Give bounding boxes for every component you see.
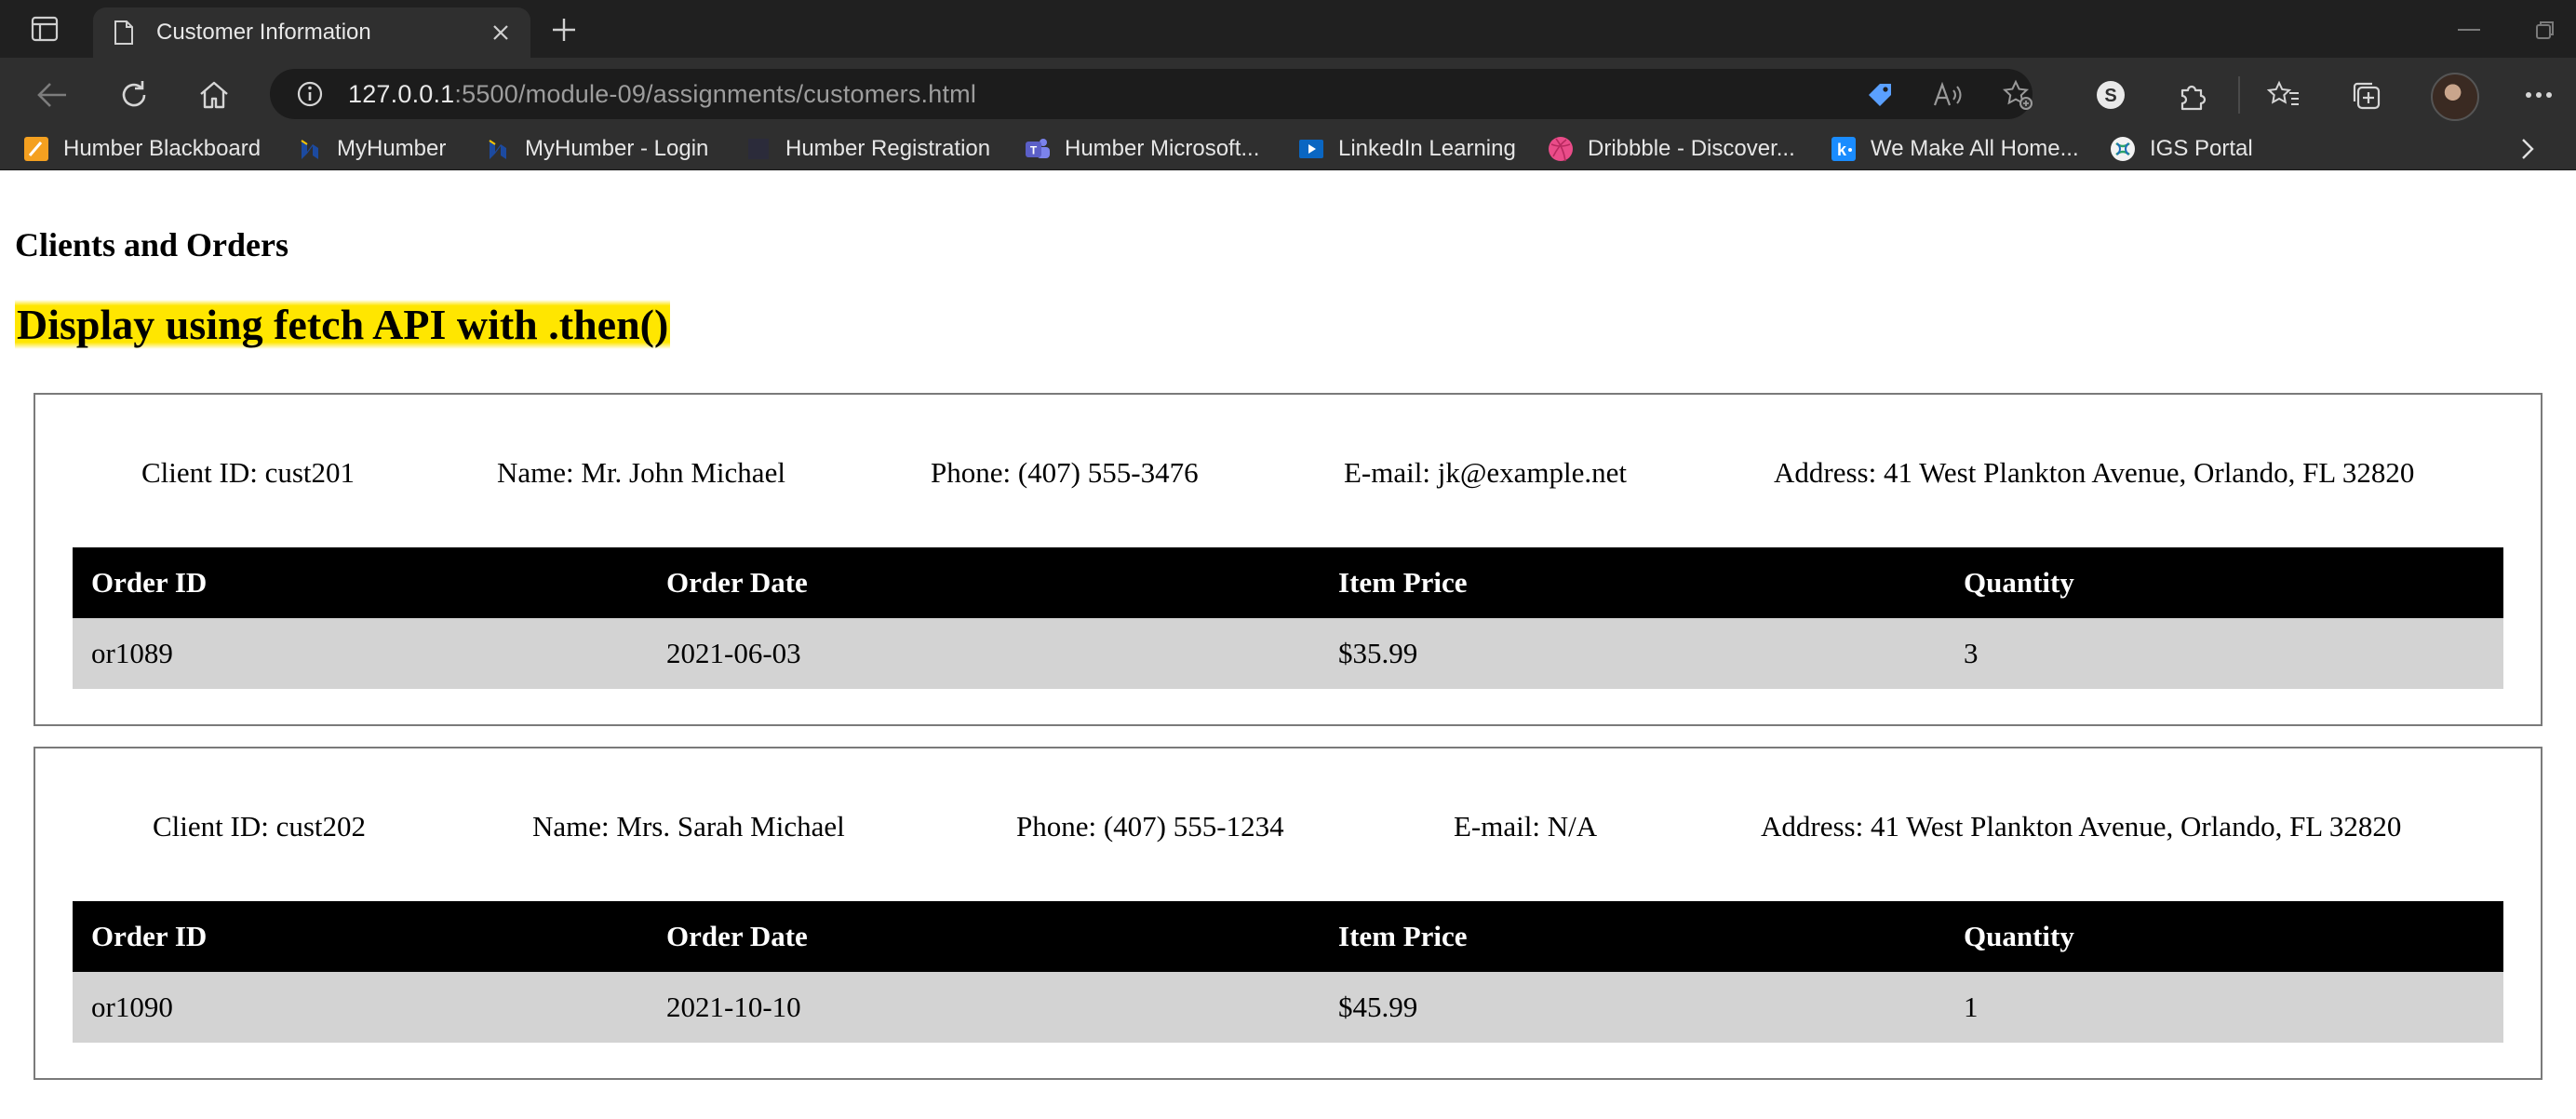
url-path: :5500/module-09/assignments/customers.ht… (454, 79, 977, 108)
k-icon: k (1830, 135, 1858, 163)
back-arrow-icon[interactable] (32, 74, 73, 115)
orders-table: Order ID Order Date Item Price Quantity … (73, 901, 2503, 1043)
cell-quantity: 1 (1945, 972, 2503, 1043)
orders-table: Order ID Order Date Item Price Quantity … (73, 547, 2503, 689)
extensions-icon[interactable] (2172, 74, 2213, 115)
header-quantity: Quantity (1945, 547, 2503, 618)
more-options-icon[interactable] (2518, 74, 2559, 115)
cell-order-date: 2021-10-10 (648, 972, 1320, 1043)
blackboard-icon (22, 135, 50, 163)
extension-s-icon[interactable]: S (2090, 74, 2131, 115)
favorites-icon[interactable] (2263, 74, 2304, 115)
address-bar[interactable]: 127.0.0.1:5500/module-09/assignments/cus… (270, 69, 2033, 119)
header-order-id: Order ID (73, 547, 648, 618)
client-email: E-mail: N/A (1454, 810, 1598, 843)
header-quantity: Quantity (1945, 901, 2503, 972)
client-id: Client ID: cust202 (153, 810, 367, 843)
tag-icon[interactable] (1861, 76, 1898, 114)
svg-text:k: k (1837, 141, 1847, 159)
table-row: or1089 2021-06-03 $35.99 3 (73, 618, 2503, 689)
bookmark-dribbble[interactable]: Dribbble - Discover... (1547, 132, 1795, 166)
table-header-row: Order ID Order Date Item Price Quantity (73, 547, 2503, 618)
cell-item-price: $45.99 (1320, 972, 1945, 1043)
new-tab-icon[interactable] (545, 13, 583, 47)
client-address: Address: 41 West Plankton Avenue, Orland… (1761, 810, 2402, 843)
page-title: Clients and Orders (15, 226, 289, 263)
collections-icon[interactable] (2345, 74, 2386, 115)
close-icon[interactable] (482, 14, 519, 51)
teams-icon: T (1024, 135, 1052, 163)
cell-order-id: or1090 (73, 972, 648, 1043)
header-order-id: Order ID (73, 901, 648, 972)
bookmark-label: Dribbble - Discover... (1588, 136, 1795, 161)
tab-actions-icon[interactable] (22, 13, 67, 45)
cell-item-price: $35.99 (1320, 618, 1945, 689)
restore-icon[interactable] (2531, 17, 2559, 43)
humber-icon (484, 135, 512, 163)
toolbar-divider (2238, 76, 2240, 114)
header-item-price: Item Price (1320, 547, 1945, 618)
refresh-icon[interactable] (114, 74, 154, 115)
bookmark-label: MyHumber (337, 136, 447, 161)
client-card: Client ID: cust201 Name: Mr. John Michae… (34, 393, 2542, 726)
bookmark-igs-portal[interactable]: IGS Portal (2109, 132, 2253, 166)
bookmark-linkedin-learning[interactable]: LinkedIn Learning (1297, 132, 1516, 166)
bookmark-label: LinkedIn Learning (1338, 136, 1516, 161)
client-phone: Phone: (407) 555-3476 (931, 456, 1199, 489)
bookmark-we-make-all-home[interactable]: k We Make All Home... (1830, 132, 2079, 166)
profile-avatar[interactable] (2431, 73, 2479, 121)
client-id: Client ID: cust201 (141, 456, 356, 489)
navigation-toolbar: 127.0.0.1:5500/module-09/assignments/cus… (0, 58, 2576, 130)
page-icon (114, 20, 134, 46)
bookmark-label: IGS Portal (2150, 136, 2253, 161)
tab-strip: Customer Information (0, 0, 2576, 58)
svg-text:S: S (2104, 86, 2116, 106)
svg-text:T: T (1030, 144, 1038, 157)
igs-icon (2109, 135, 2137, 163)
page-content: Clients and Orders Display using fetch A… (0, 190, 2576, 1119)
play-icon (1297, 135, 1325, 163)
bookmark-humber-registration[interactable]: Humber Registration (745, 132, 990, 166)
bookmark-humber-microsoft[interactable]: T Humber Microsoft... (1024, 132, 1259, 166)
bookmark-label: We Make All Home... (1871, 136, 2079, 161)
humber-icon (296, 135, 324, 163)
header-order-date: Order Date (648, 547, 1320, 618)
url-host: 127.0.0.1 (348, 79, 455, 108)
cell-order-date: 2021-06-03 (648, 618, 1320, 689)
client-name: Name: Mr. John Michael (497, 456, 785, 489)
info-icon[interactable] (294, 78, 326, 110)
table-header-row: Order ID Order Date Item Price Quantity (73, 901, 2503, 972)
highlighted-subtitle: Display using fetch API with .then() (15, 300, 671, 349)
tab-title: Customer Information (156, 20, 371, 45)
header-order-date: Order Date (648, 901, 1320, 972)
bookmark-label: Humber Blackboard (63, 136, 262, 161)
bookmark-label: Humber Registration (785, 136, 991, 161)
client-info-row: Client ID: cust201 Name: Mr. John Michae… (35, 456, 2541, 493)
chevron-right-icon[interactable] (2513, 134, 2542, 164)
registration-icon (745, 135, 772, 163)
client-address: Address: 41 West Plankton Avenue, Orland… (1774, 456, 2415, 489)
header-item-price: Item Price (1320, 901, 1945, 972)
dribbble-icon (1547, 135, 1575, 163)
client-info-row: Client ID: cust202 Name: Mrs. Sarah Mich… (35, 810, 2541, 847)
client-card: Client ID: cust202 Name: Mrs. Sarah Mich… (34, 747, 2542, 1080)
bookmark-myhumber[interactable]: MyHumber (296, 132, 446, 166)
url-text: 127.0.0.1:5500/module-09/assignments/cus… (348, 80, 976, 109)
cell-order-id: or1089 (73, 618, 648, 689)
client-phone: Phone: (407) 555-1234 (1016, 810, 1284, 843)
home-icon[interactable] (194, 74, 235, 115)
client-email: E-mail: jk@example.net (1344, 456, 1628, 489)
bookmarks-bar: Humber Blackboard MyHumber MyHumber - Lo… (0, 130, 2576, 170)
client-name: Name: Mrs. Sarah Michael (532, 810, 845, 843)
tab-customer-information[interactable]: Customer Information (93, 7, 530, 58)
bookmark-label: MyHumber - Login (525, 136, 709, 161)
bookmark-myhumber-login[interactable]: MyHumber - Login (484, 132, 708, 166)
minimize-icon[interactable] (2455, 19, 2483, 41)
table-row: or1090 2021-10-10 $45.99 1 (73, 972, 2503, 1043)
cell-quantity: 3 (1945, 618, 2503, 689)
add-favorite-icon[interactable] (1999, 76, 2036, 114)
bookmark-humber-blackboard[interactable]: Humber Blackboard (22, 132, 261, 166)
bookmark-label: Humber Microsoft... (1065, 136, 1260, 161)
read-aloud-icon[interactable] (1930, 76, 1967, 114)
